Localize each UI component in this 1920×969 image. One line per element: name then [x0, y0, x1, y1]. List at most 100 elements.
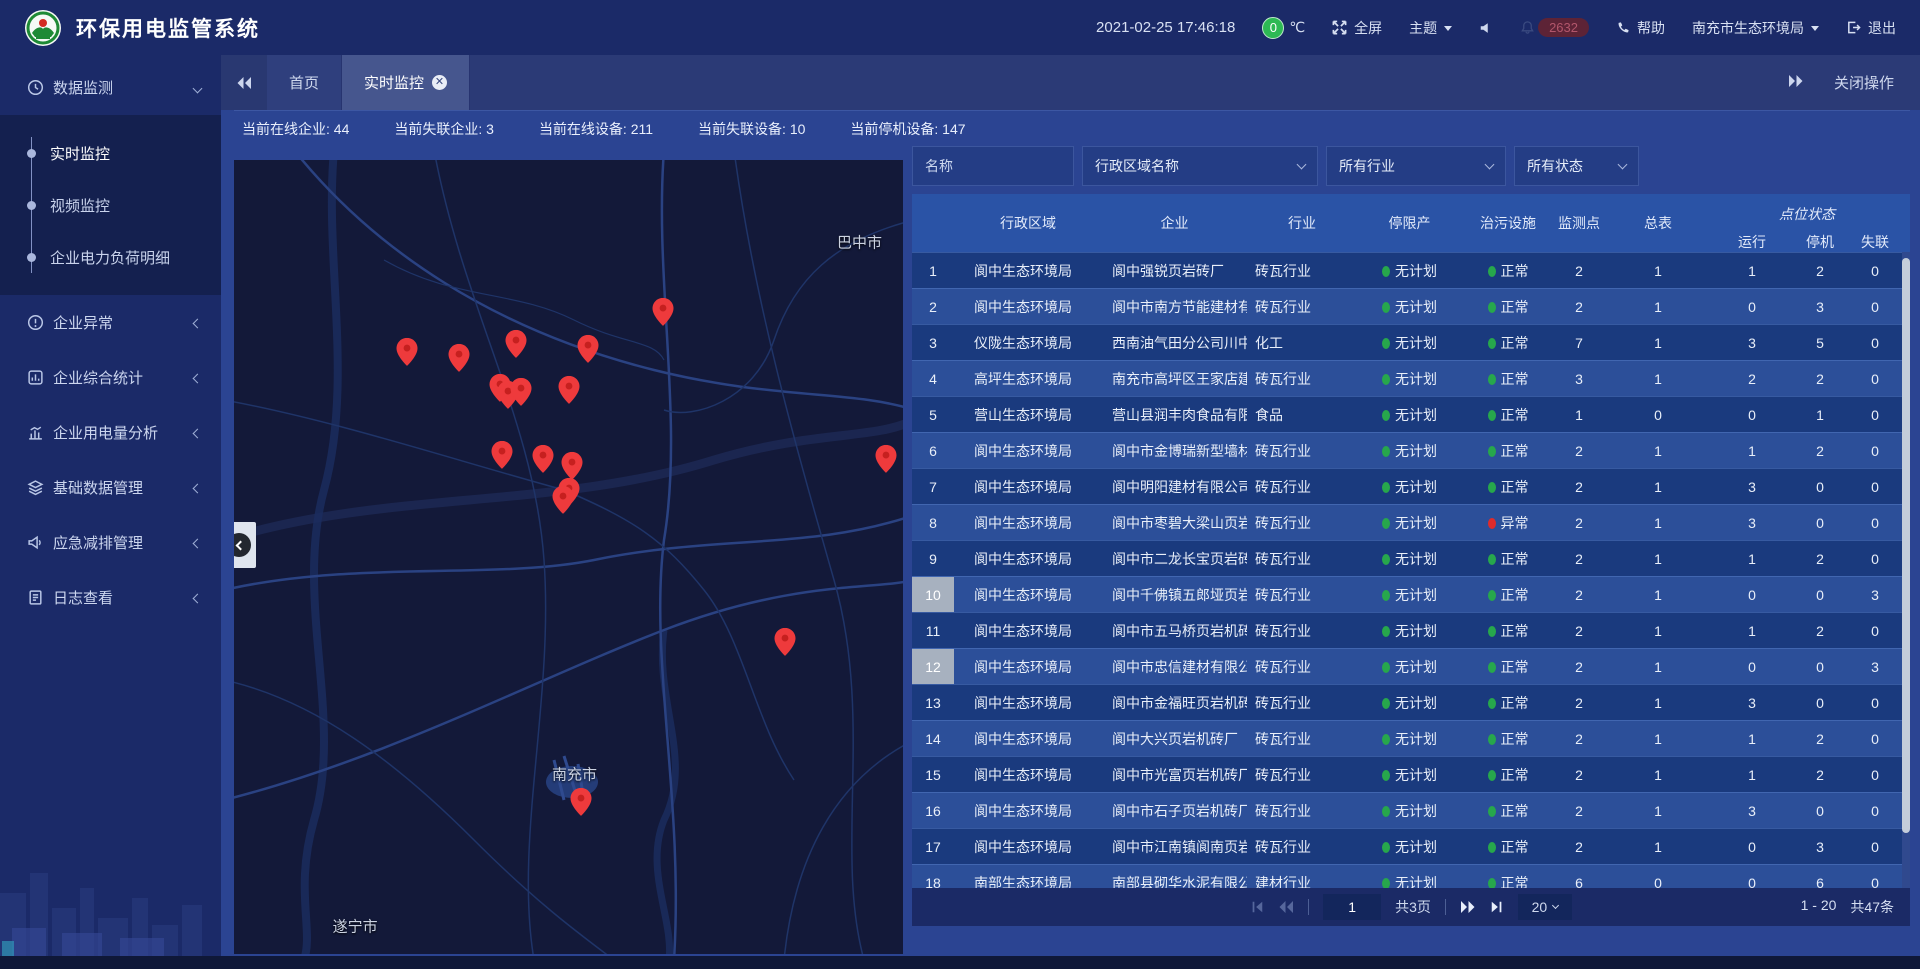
close-operations-dropdown[interactable]: 关闭操作	[1834, 72, 1894, 93]
tabs: 首页实时监控✕	[267, 55, 470, 110]
row-index: 13	[912, 685, 954, 720]
table-row[interactable]: 8阆中生态环境局阆中市枣碧大梁山页岩砖瓦行业无计划异常21300	[912, 504, 1910, 540]
table-row[interactable]: 11阆中生态环境局阆中市五马桥页岩机砖砖瓦行业无计划正常21120	[912, 612, 1910, 648]
sidebar-subitem[interactable]: 视频监控	[0, 179, 221, 231]
sound-button[interactable]	[1479, 21, 1493, 35]
sidebar-item-6[interactable]: 应急减排管理	[0, 515, 221, 570]
scrollbar-thumb[interactable]	[1902, 258, 1910, 833]
cell-meter: 1	[1604, 479, 1712, 495]
cell-production: 无计划	[1357, 549, 1462, 569]
status-dot-green-icon	[1382, 374, 1390, 385]
table-row[interactable]: 10阆中生态环境局阆中千佛镇五郎垭页岩砖瓦行业无计划正常21003	[912, 576, 1910, 612]
table-row[interactable]: 2阆中生态环境局阆中市南方节能建材有砖瓦行业无计划正常21030	[912, 288, 1910, 324]
sidebar-item-7[interactable]: 日志查看	[0, 570, 221, 625]
close-icon[interactable]: ✕	[432, 75, 447, 90]
row-index: 8	[912, 505, 954, 540]
cell-monitor: 2	[1554, 587, 1604, 603]
page-number-input[interactable]	[1323, 894, 1381, 920]
map-marker-pin-icon[interactable]	[492, 441, 513, 474]
pagination-bar: 共3页 20	[912, 888, 1910, 926]
status-filter-select[interactable]: 所有状态	[1514, 146, 1639, 186]
map-marker-pin-icon[interactable]	[553, 486, 574, 519]
last-page-icon[interactable]	[1490, 900, 1504, 914]
cell-monitor: 2	[1554, 731, 1604, 747]
sidebar-item-4[interactable]: 企业用电量分析	[0, 405, 221, 460]
chevron-down-icon	[1297, 160, 1307, 170]
map-marker-pin-icon[interactable]	[533, 445, 554, 478]
cell-monitor: 2	[1554, 839, 1604, 855]
org-dropdown[interactable]: 南充市生态环境局	[1692, 18, 1819, 38]
table-row[interactable]: 4高坪生态环境局南充市高坪区王家店建砖瓦行业无计划正常31220	[912, 360, 1910, 396]
status-dot-green-icon	[1382, 302, 1390, 313]
table-row[interactable]: 9阆中生态环境局阆中市二龙长宝页岩砖砖瓦行业无计划正常21120	[912, 540, 1910, 576]
row-index: 3	[912, 325, 954, 360]
table-row[interactable]: 1阆中生态环境局阆中强锐页岩砖厂砖瓦行业无计划正常21120	[912, 252, 1910, 288]
table-row[interactable]: 6阆中生态环境局阆中市金博瑞新型墙材砖瓦行业无计划正常21120	[912, 432, 1910, 468]
map-marker-pin-icon[interactable]	[449, 344, 470, 377]
row-index: 11	[912, 613, 954, 648]
table-row[interactable]: 7阆中生态环境局阆中明阳建材有限公司砖瓦行业无计划正常21300	[912, 468, 1910, 504]
cell-facility: 正常	[1462, 621, 1554, 641]
name-filter-input[interactable]	[912, 146, 1074, 186]
tab-1[interactable]: 首页	[267, 55, 342, 110]
cell-facility: 正常	[1462, 261, 1554, 281]
fullscreen-button[interactable]: 全屏	[1332, 18, 1382, 38]
tabs-scroll-right-icon[interactable]	[1788, 74, 1804, 92]
cell-monitor: 3	[1554, 371, 1604, 387]
industry-filter-select[interactable]: 所有行业	[1326, 146, 1506, 186]
sidebar-item-5[interactable]: 基础数据管理	[0, 460, 221, 515]
status-dot-green-icon	[1382, 266, 1390, 277]
map-marker-pin-icon[interactable]	[875, 445, 896, 478]
page-size-select[interactable]: 20	[1518, 894, 1572, 920]
cell-industry: 砖瓦行业	[1247, 765, 1357, 785]
status-dot-green-icon	[1488, 698, 1496, 709]
sidebar-subitem[interactable]: 实时监控	[0, 127, 221, 179]
table-row[interactable]: 13阆中生态环境局阆中市金福旺页岩机砖砖瓦行业无计划正常21300	[912, 684, 1910, 720]
bullet-dot-icon	[27, 149, 36, 158]
temperature-unit: ℃	[1289, 19, 1305, 36]
table-row[interactable]: 12阆中生态环境局阆中市忠信建材有限公砖瓦行业无计划正常21003	[912, 648, 1910, 684]
table-row[interactable]: 15阆中生态环境局阆中市光富页岩机砖厂砖瓦行业无计划正常21120	[912, 756, 1910, 792]
sidebar-item-2[interactable]: 企业异常	[0, 295, 221, 350]
table-scrollbar[interactable]	[1902, 252, 1910, 888]
table-row[interactable]: 18南部生态环境局南部县砌华水泥有限公建材行业无计划正常60060	[912, 864, 1910, 888]
tab-2[interactable]: 实时监控✕	[342, 55, 470, 110]
table-row[interactable]: 14阆中生态环境局阆中大兴页岩机砖厂砖瓦行业无计划正常21120	[912, 720, 1910, 756]
cell-meter: 1	[1604, 299, 1712, 315]
map-city-label: 巴中市	[837, 231, 882, 252]
help-button[interactable]: 帮助	[1616, 18, 1665, 38]
sidebar-item-3[interactable]: 企业综合统计	[0, 350, 221, 405]
first-page-icon[interactable]	[1250, 900, 1264, 914]
map-marker-pin-icon[interactable]	[396, 338, 417, 371]
table-row[interactable]: 5营山生态环境局营山县润丰肉食品有限食品无计划正常10010	[912, 396, 1910, 432]
sidebar-subitem[interactable]: 企业电力负荷明细	[0, 231, 221, 283]
stat-item: 当前在线设备: 211	[539, 119, 653, 139]
cell-production: 无计划	[1357, 513, 1462, 533]
tabs-scroll-left-icon[interactable]	[221, 55, 267, 110]
table-row[interactable]: 16阆中生态环境局阆中市石子页岩机砖厂砖瓦行业无计划正常21300	[912, 792, 1910, 828]
map-marker-pin-icon[interactable]	[558, 376, 579, 409]
cell-meter: 1	[1604, 695, 1712, 711]
map-marker-pin-icon[interactable]	[570, 788, 591, 821]
sidebar-item-1[interactable]: 数据监测	[0, 60, 221, 115]
cell-company: 南部县砌华水泥有限公	[1102, 873, 1247, 889]
cell-facility: 正常	[1462, 765, 1554, 785]
prev-page-icon[interactable]	[1278, 900, 1294, 914]
map-marker-pin-icon[interactable]	[505, 330, 526, 363]
temperature-badge: 0	[1262, 17, 1284, 39]
map-collapse-button[interactable]	[234, 522, 256, 568]
logout-button[interactable]: 退出	[1846, 18, 1896, 38]
cell-production: 无计划	[1357, 801, 1462, 821]
notifications-button[interactable]: 2632	[1520, 18, 1589, 37]
map-marker-pin-icon[interactable]	[652, 298, 673, 331]
theme-dropdown[interactable]: 主题	[1409, 18, 1452, 38]
table-row[interactable]: 3仪陇生态环境局西南油气田分公司川中化工无计划正常71350	[912, 324, 1910, 360]
map-panel[interactable]: 巴中市南充市遂宁市	[234, 160, 903, 954]
map-marker-pin-icon[interactable]	[511, 377, 532, 410]
cell-meter: 1	[1604, 371, 1712, 387]
next-page-icon[interactable]	[1460, 900, 1476, 914]
table-row[interactable]: 17阆中生态环境局阆中市江南镇阆南页岩砖瓦行业无计划正常21030	[912, 828, 1910, 864]
region-filter-select[interactable]: 行政区域名称	[1082, 146, 1318, 186]
map-marker-pin-icon[interactable]	[577, 335, 598, 368]
map-marker-pin-icon[interactable]	[775, 628, 796, 661]
